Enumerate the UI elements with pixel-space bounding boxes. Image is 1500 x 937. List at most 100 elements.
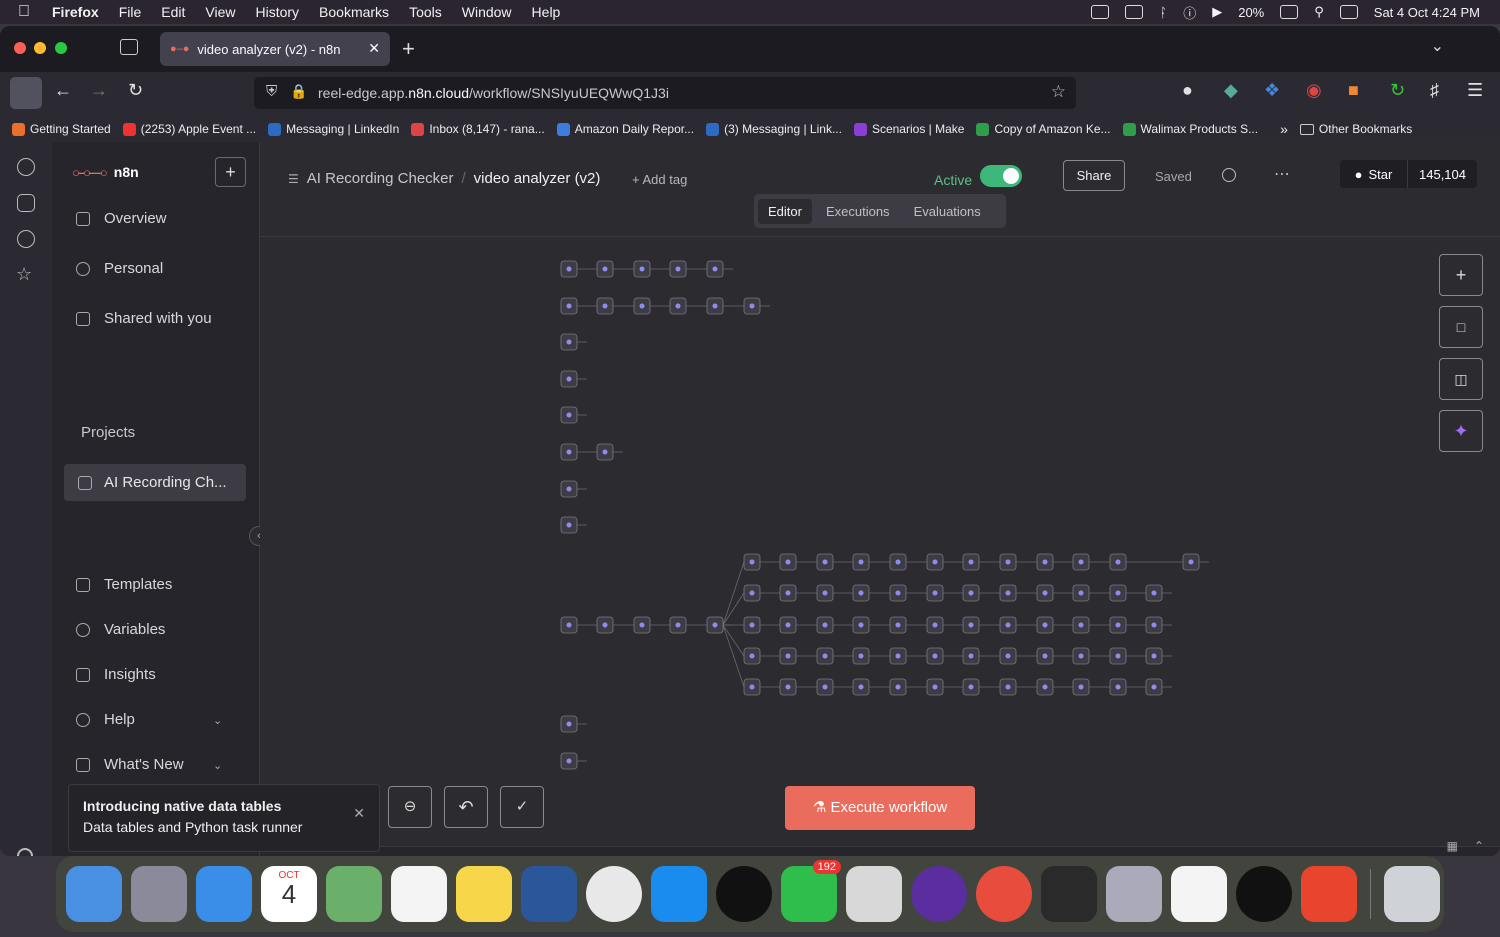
ai-assistant-icon[interactable]: ✦ — [1439, 410, 1483, 452]
bookmark-item[interactable]: Amazon Daily Repor... — [556, 122, 694, 136]
task-app-icon[interactable] — [976, 866, 1032, 922]
launchpad-icon[interactable] — [131, 866, 187, 922]
logs-expand-icon[interactable]: ▦ — [1447, 839, 1458, 853]
close-tab-icon[interactable]: ✕ — [368, 40, 380, 57]
url-bar[interactable]: ⛨ 🔒 reel-edge.app. n8n.cloud/workflow/SNS… — [254, 77, 1076, 109]
sticky-note-icon[interactable]: □ — [1439, 306, 1483, 348]
firefox-icon[interactable] — [911, 866, 967, 922]
calendar-icon[interactable]: OCT 4 — [261, 866, 317, 922]
reminders-icon[interactable] — [391, 866, 447, 922]
bookmark-item[interactable]: (3) Messaging | Link... — [706, 122, 842, 136]
menu-edit[interactable]: Edit — [161, 4, 185, 20]
chevron-down-icon[interactable]: ⌄ — [213, 714, 222, 727]
panel-toggle-icon[interactable]: ◫ — [1439, 358, 1483, 400]
active-toggle[interactable] — [980, 165, 1022, 187]
close-window-button[interactable] — [14, 42, 26, 54]
bookmark-item[interactable]: Copy of Amazon Ke... — [976, 122, 1111, 136]
menu-bookmarks[interactable]: Bookmarks — [319, 4, 389, 20]
close-toast-icon[interactable]: ✕ — [353, 805, 365, 822]
extension-icon-6[interactable]: ↻ — [1390, 80, 1405, 101]
bookmark-item[interactable]: Getting Started — [12, 122, 111, 136]
extension-icon-5[interactable]: ■ — [1348, 80, 1359, 101]
breadcrumb-project[interactable]: AI Recording Checker — [307, 170, 454, 187]
n8n-logo[interactable]: ○–○—○ n8n — [72, 164, 139, 180]
workflow-graph[interactable] — [260, 238, 1500, 846]
menu-history[interactable]: History — [255, 4, 299, 20]
bookmarks-star-icon[interactable]: ☆ — [16, 265, 34, 284]
undo-icon[interactable]: ↶ — [444, 786, 488, 828]
bookmark-item[interactable]: (2253) Apple Event ... — [122, 122, 256, 136]
more-bookmarks-chevron-icon[interactable]: » — [1280, 121, 1288, 137]
zoom-window-button[interactable] — [55, 42, 67, 54]
bookmark-item[interactable]: Walimax Products S... — [1122, 122, 1258, 136]
bookmark-item[interactable]: Messaging | LinkedIn — [268, 122, 399, 136]
whatsapp-icon[interactable]: 192 — [781, 860, 841, 922]
chrome-icon[interactable] — [586, 866, 642, 922]
sidebar-item-templates[interactable]: Templates — [76, 576, 172, 593]
extension-icon-3[interactable]: ❖ — [1264, 80, 1280, 101]
notes-icon[interactable] — [456, 866, 512, 922]
bookmark-item[interactable]: Scenarios | Make — [853, 122, 964, 136]
upwork-icon[interactable] — [1236, 866, 1292, 922]
github-star-button[interactable]: ● Star — [1340, 160, 1408, 188]
create-button[interactable]: + — [215, 157, 246, 187]
logs-bar[interactable]: ▦ ⌃ — [260, 839, 1500, 856]
chevron-down-icon[interactable]: ⌄ — [213, 759, 222, 772]
execute-workflow-button[interactable]: ⚗ Execute workflow — [785, 786, 975, 830]
sidebar-item-project[interactable]: AI Recording Ch... — [64, 464, 246, 501]
slack-icon[interactable] — [1171, 866, 1227, 922]
back-icon[interactable]: ← — [54, 80, 72, 101]
chevron-up-icon[interactable]: ⌃ — [1474, 839, 1484, 853]
accessibility-icon[interactable]: ⓘ — [1183, 3, 1196, 22]
calculator-icon[interactable] — [846, 866, 902, 922]
finder-icon[interactable] — [66, 866, 122, 922]
sidebar-item-personal[interactable]: Personal — [76, 260, 163, 277]
search-icon[interactable]: ⚲ — [1314, 4, 1324, 20]
sidebar-item-overview[interactable]: Overview — [76, 210, 167, 227]
trash-icon[interactable] — [1384, 866, 1440, 922]
bluetooth-icon[interactable]: ᛛ — [1159, 5, 1167, 20]
apple-icon[interactable]:  — [18, 3, 30, 21]
menu-hamburger-icon[interactable]: ☰ — [1467, 80, 1483, 101]
bookmark-item[interactable]: Inbox (8,147) - rana... — [411, 122, 545, 136]
word-icon[interactable] — [521, 866, 577, 922]
other-bookmarks[interactable]: Other Bookmarks — [1299, 122, 1412, 136]
tab-evaluations[interactable]: Evaluations — [904, 199, 991, 224]
browser-tab-active[interactable]: ●–● video analyzer (v2) - n8n ✕ — [160, 32, 390, 66]
add-tag-button[interactable]: + Add tag — [632, 172, 687, 187]
history-icon[interactable] — [1222, 168, 1236, 182]
menu-window[interactable]: Window — [462, 4, 512, 20]
workflow-canvas[interactable]: + □ ◫ ✦ ⊖ ↶ ✓ ⚗ Execute workflow — [260, 238, 1500, 846]
extensions-puzzle-icon[interactable]: ♯ — [1430, 80, 1439, 101]
lock-icon[interactable]: 🔒 — [290, 83, 307, 100]
tidy-up-icon[interactable]: ✓ — [500, 786, 544, 828]
list-tabs-chevron-icon[interactable]: ⌄ — [1431, 36, 1444, 56]
mail-icon[interactable] — [196, 866, 252, 922]
extension-icon-2[interactable]: ◆ — [1224, 80, 1238, 101]
iphone-mirroring-icon[interactable] — [1106, 866, 1162, 922]
menu-help[interactable]: Help — [532, 4, 561, 20]
new-tab-icon[interactable]: + — [402, 36, 415, 62]
clock[interactable]: Sat 4 Oct 4:24 PM — [1374, 5, 1480, 20]
minimize-window-button[interactable] — [34, 42, 46, 54]
play-icon[interactable]: ▶ — [1212, 4, 1222, 20]
chatgpt-icon[interactable] — [17, 158, 35, 176]
display-icon[interactable] — [1125, 5, 1144, 19]
battery-icon[interactable] — [1280, 5, 1299, 19]
workflow-name[interactable]: video analyzer (v2) — [474, 170, 601, 187]
menu-view[interactable]: View — [205, 4, 235, 20]
extension-icon-4[interactable]: ◉ — [1306, 80, 1322, 101]
menu-app-name[interactable]: Firefox — [52, 4, 99, 20]
tab-overview-icon[interactable] — [120, 39, 138, 55]
control-center-icon[interactable] — [1339, 5, 1358, 19]
bookmark-star-icon[interactable]: ☆ — [1051, 82, 1066, 102]
pycharm-icon[interactable] — [1041, 866, 1097, 922]
github-star-widget[interactable]: ● Star 145,104 — [1340, 160, 1477, 188]
menu-file[interactable]: File — [119, 4, 142, 20]
zoom-out-icon[interactable]: ⊖ — [388, 786, 432, 828]
sidebar-toggle-button[interactable] — [10, 77, 42, 109]
extension-icon-1[interactable]: ● — [1182, 80, 1193, 101]
settings-gear-icon[interactable] — [17, 848, 33, 856]
sidebar-item-whats-new[interactable]: What's New — [76, 756, 184, 773]
history-icon[interactable] — [17, 230, 35, 248]
